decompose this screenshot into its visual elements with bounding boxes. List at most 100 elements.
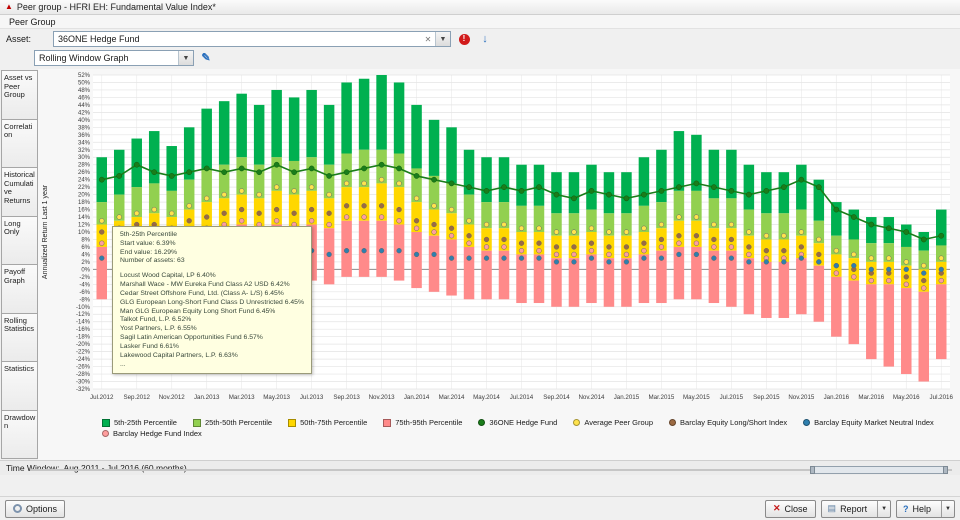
bar-segment[interactable] [393,82,405,154]
fund-line-marker[interactable] [448,180,455,187]
bar-segment[interactable] [568,258,580,307]
bar-segment[interactable] [218,101,230,165]
bar-segment[interactable] [481,157,492,203]
bar-segment[interactable] [166,146,177,191]
graph-type-combobox[interactable]: Rolling Window Graph ▼ [34,50,194,66]
bar-segment[interactable] [498,157,510,203]
bar-segment[interactable] [638,254,650,304]
bar-segment[interactable] [201,108,212,169]
fund-line-marker[interactable] [780,184,787,190]
bar-segment[interactable] [271,89,282,158]
fund-line-marker[interactable] [746,191,752,198]
fund-line-marker[interactable] [466,184,472,190]
bar-segment[interactable] [516,254,527,304]
range-end-handle[interactable] [943,466,948,474]
time-window-range-slider[interactable] [810,466,948,474]
bar-segment[interactable] [638,157,650,206]
fund-line-marker[interactable] [938,232,945,239]
warning-button[interactable]: ! [456,31,472,47]
bar-segment[interactable] [866,284,877,360]
report-dropdown-icon[interactable]: ▼ [877,500,890,517]
fund-line-marker[interactable] [308,165,315,172]
bar-segment[interactable] [918,291,930,382]
fund-line-marker[interactable] [518,188,525,194]
fund-line-marker[interactable] [501,184,507,190]
sidebar-tab-asset-vs-peer-group[interactable]: Asset vs Peer Group [1,70,38,120]
bar-segment[interactable] [586,254,597,304]
bar-segment[interactable] [341,82,352,154]
fund-line-marker[interactable] [658,188,665,194]
fund-line-marker[interactable] [553,191,560,198]
fund-line-marker[interactable] [256,169,263,176]
help-dropdown-icon[interactable]: ▼ [941,500,954,517]
close-button[interactable]: ✕ Close [764,499,816,518]
asset-combobox[interactable]: 36ONE Hedge Fund ✕ ▼ [53,31,451,47]
bar-segment[interactable] [358,78,370,150]
fund-line-marker[interactable] [361,165,367,172]
fund-line-marker[interactable] [273,161,280,168]
bar-segment[interactable] [796,164,807,210]
fund-line-marker[interactable] [868,221,875,228]
bar-segment[interactable] [621,172,632,214]
fund-line-marker[interactable] [98,176,105,183]
fund-line-marker[interactable] [378,161,385,168]
bar-segment[interactable] [236,93,247,158]
fund-line-marker[interactable] [483,188,490,194]
sidebar-tab-historical-cumulative-returns[interactable]: Historical Cumulative Returns [1,167,38,217]
graph-type-dropdown-icon[interactable]: ▼ [178,51,193,65]
fund-line-marker[interactable] [623,195,630,202]
bar-segment[interactable] [533,254,545,304]
bar-segment[interactable] [866,217,877,244]
fund-line-marker[interactable] [815,184,822,190]
help-button[interactable]: ? Help ▼ [896,499,955,518]
bar-segment[interactable] [761,261,772,318]
fund-line-marker[interactable] [903,229,910,235]
bar-segment[interactable] [428,235,440,292]
fund-line-marker[interactable] [833,206,840,213]
bar-segment[interactable] [463,246,475,300]
fund-line-marker[interactable] [571,195,577,202]
bar-segment[interactable] [411,104,422,169]
fund-line-marker[interactable] [238,165,245,172]
bar-segment[interactable] [306,89,317,158]
fund-line-marker[interactable] [850,214,857,220]
bar-segment[interactable] [813,265,825,322]
bar-segment[interactable] [603,258,615,307]
fund-line-marker[interactable] [763,188,770,194]
bar-segment[interactable] [516,164,527,206]
bar-segment[interactable] [446,127,457,184]
fund-line-marker[interactable] [920,236,927,243]
bar-segment[interactable] [376,75,387,150]
bar-segment[interactable] [253,104,265,165]
clear-asset-icon[interactable]: ✕ [421,35,435,44]
bar-segment[interactable] [796,258,807,315]
fund-line-marker[interactable] [431,176,437,183]
bar-segment[interactable] [288,97,300,161]
sidebar-tab-drawdown[interactable]: Drawdown [1,409,38,459]
fund-line-marker[interactable] [606,191,612,198]
fund-line-marker[interactable] [133,161,140,168]
asset-dropdown-icon[interactable]: ▼ [435,32,450,46]
fund-line-marker[interactable] [711,184,717,190]
fund-line-marker[interactable] [116,173,123,179]
bar-segment[interactable] [936,209,947,246]
fund-line-marker[interactable] [676,184,682,190]
bar-segment[interactable] [743,258,755,315]
bar-segment[interactable] [883,284,895,367]
bar-segment[interactable] [673,131,685,191]
bar-segment[interactable] [708,149,720,199]
bar-segment[interactable] [901,224,912,247]
fund-line-marker[interactable] [885,225,892,232]
fund-line-marker[interactable] [291,169,297,176]
fund-line-marker[interactable] [186,169,193,176]
fund-line-marker[interactable] [168,173,175,179]
fund-line-marker[interactable] [326,173,332,179]
bar-segment[interactable] [568,172,580,214]
range-start-handle[interactable] [810,466,815,474]
bar-segment[interactable] [848,280,860,345]
bar-segment[interactable] [936,284,947,360]
bar-segment[interactable] [323,104,335,165]
sidebar-tab-rolling-statistics[interactable]: Rolling Statistics [1,312,38,362]
bar-segment[interactable] [96,246,107,300]
bar-segment[interactable] [113,149,125,195]
